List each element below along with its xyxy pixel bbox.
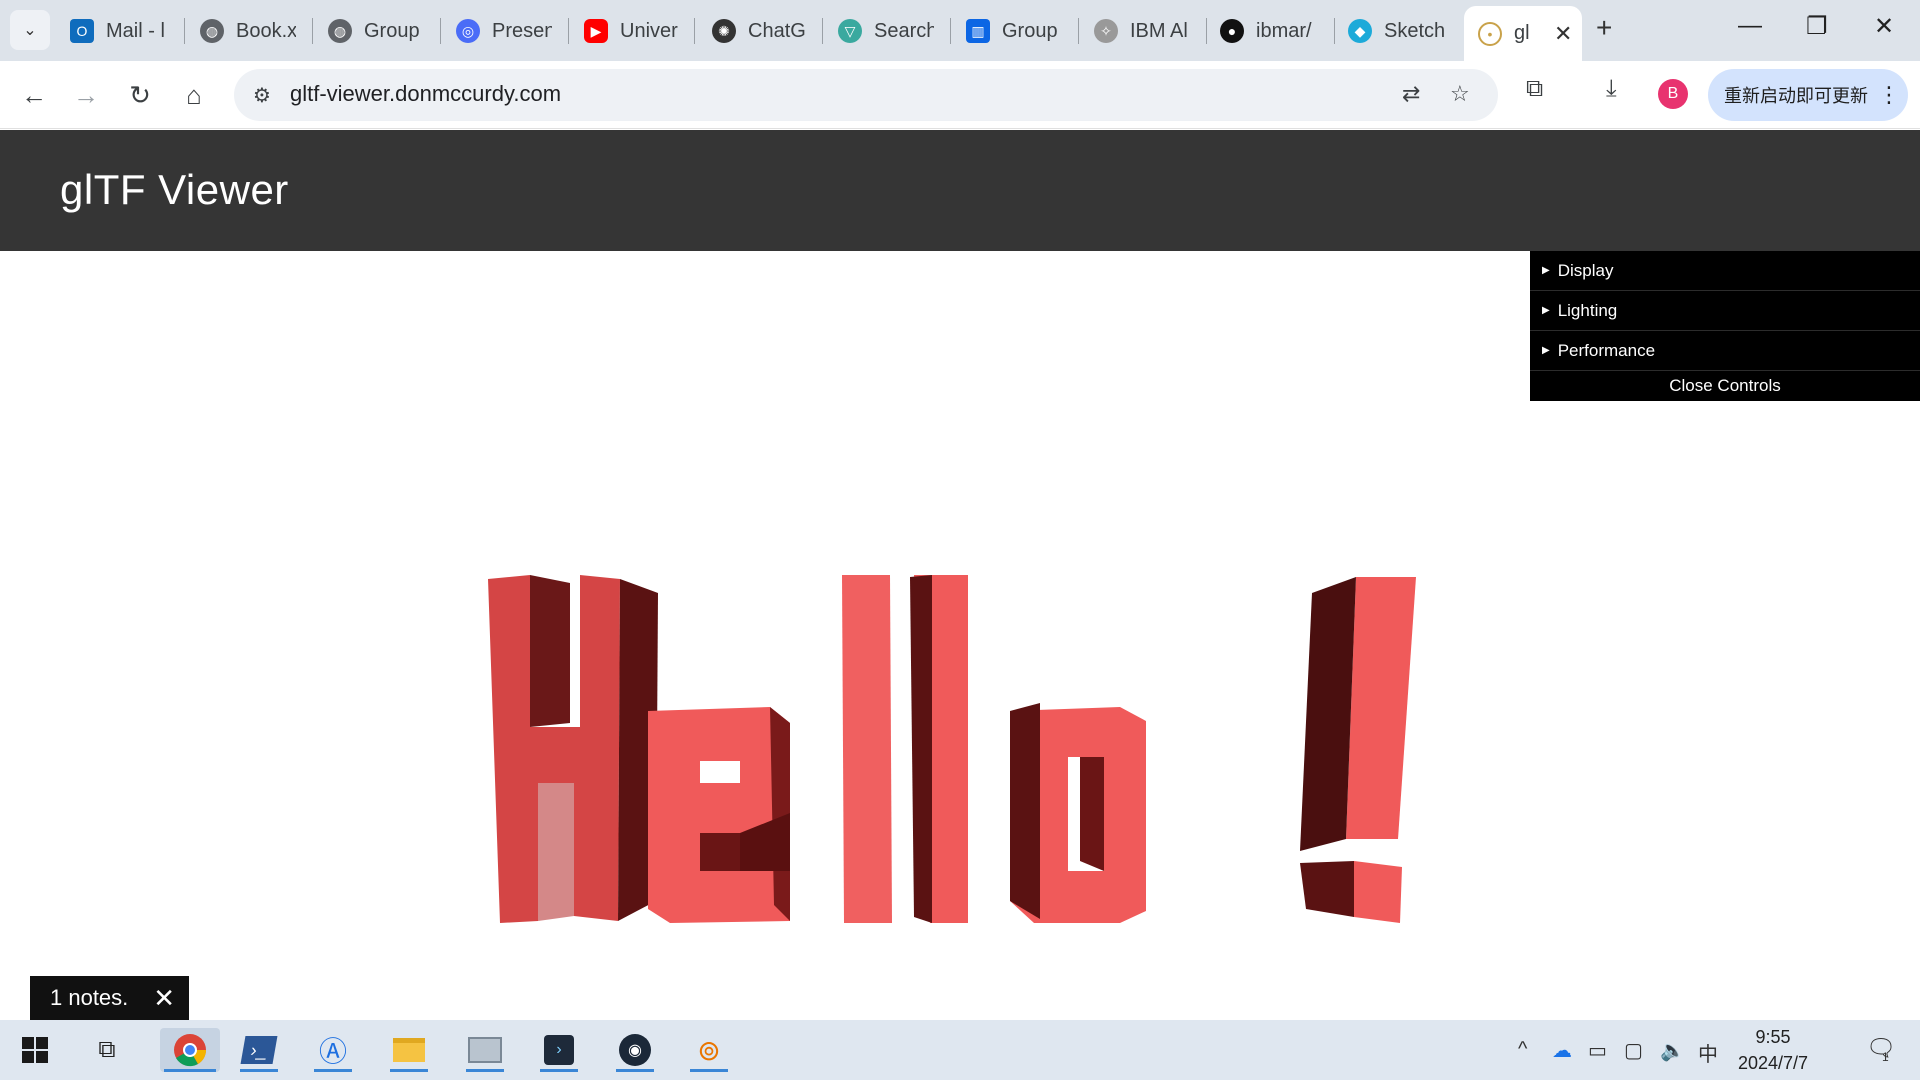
start-icon[interactable] bbox=[12, 1028, 58, 1072]
battery-icon[interactable]: ▭ bbox=[1588, 1038, 1607, 1063]
presentation-icon: ◎ bbox=[456, 19, 480, 43]
clock-date: 2024/7/7 bbox=[1738, 1053, 1809, 1073]
steam-icon[interactable]: ◉ bbox=[612, 1028, 658, 1072]
tab-search[interactable]: ▽ Search bbox=[838, 8, 948, 54]
app-store-icon[interactable]: Ⓐ bbox=[310, 1028, 356, 1072]
notification-count: 1 bbox=[1882, 1050, 1889, 1064]
tab-strip: ⌄ O Mail - l ◍ Book.x ◍ Group ◎ Presen ▶… bbox=[0, 0, 1920, 61]
address-bar[interactable]: ⚙ gltf-viewer.donmccurdy.com ⇄ ☆ bbox=[234, 69, 1498, 121]
browser-toolbar: ← → ↻ ⌂ ⚙ gltf-viewer.donmccurdy.com ⇄ ☆… bbox=[0, 61, 1920, 129]
ibm-icon: ✧ bbox=[1094, 19, 1118, 43]
site-header: glTF Viewer bbox=[0, 130, 1920, 251]
task-view-icon[interactable]: ⧉ bbox=[84, 1028, 130, 1072]
tab-trello-group[interactable]: ▥ Group bbox=[966, 8, 1076, 54]
forward-icon[interactable]: → bbox=[66, 75, 106, 115]
ime-indicator[interactable]: 中 bbox=[1698, 1038, 1718, 1067]
gltf-icon: • bbox=[1478, 21, 1502, 46]
model-letter-o bbox=[1010, 703, 1146, 923]
clock-time: 9:55 bbox=[1755, 1027, 1791, 1047]
caret-right-icon: ▶ bbox=[1542, 265, 1550, 276]
controls-panel: ▶ Display ▶ Lighting ▶ Performance Close… bbox=[1530, 251, 1920, 401]
youtube-icon: ▶ bbox=[584, 19, 608, 43]
controls-folder-lighting[interactable]: ▶ Lighting bbox=[1530, 291, 1920, 331]
tab-book[interactable]: ◍ Book.x bbox=[200, 8, 308, 54]
model-letter-l2 bbox=[910, 575, 968, 923]
tab-search-button[interactable]: ⌄ bbox=[10, 10, 50, 50]
chatgpt-icon: ✺ bbox=[712, 19, 736, 43]
monitor-app-icon[interactable] bbox=[462, 1028, 508, 1072]
bookmark-star-icon[interactable]: ☆ bbox=[1450, 81, 1470, 107]
restore-icon[interactable]: ❐ bbox=[1806, 12, 1828, 41]
tab-group[interactable]: ◍ Group bbox=[328, 8, 436, 54]
tab-sketchfab[interactable]: ◆ Sketch bbox=[1348, 8, 1458, 54]
close-controls-button[interactable]: Close Controls bbox=[1530, 371, 1920, 401]
chrome-icon[interactable] bbox=[160, 1028, 220, 1072]
controls-folder-display[interactable]: ▶ Display bbox=[1530, 251, 1920, 291]
avatar[interactable]: B bbox=[1658, 79, 1688, 109]
caret-right-icon: ▶ bbox=[1542, 345, 1550, 356]
model-letter-l1 bbox=[842, 575, 892, 923]
onedrive-icon[interactable]: ☁ bbox=[1552, 1038, 1572, 1063]
windows-taskbar: ⧉ ›_ Ⓐ › ◉ ⊚ ^ ☁ ▭ ▢ 🔈 中 9:55 2024/7/7 🗨… bbox=[0, 1020, 1920, 1080]
blender-icon[interactable]: ⊚ bbox=[686, 1028, 732, 1072]
update-label: 重新启动即可更新 bbox=[1724, 86, 1868, 106]
controls-folder-performance[interactable]: ▶ Performance bbox=[1530, 331, 1920, 371]
clock[interactable]: 9:55 2024/7/7 bbox=[1738, 1024, 1808, 1076]
hello-3d-model bbox=[488, 575, 1416, 923]
network-icon[interactable]: ▢ bbox=[1624, 1038, 1643, 1063]
more-menu-icon[interactable]: ⋮ bbox=[1878, 82, 1900, 108]
caret-right-icon: ▶ bbox=[1542, 305, 1550, 316]
globe-icon: ◍ bbox=[328, 19, 352, 43]
chevron-down-icon: ⌄ bbox=[23, 22, 37, 39]
tab-youtube[interactable]: ▶ Univer bbox=[584, 8, 692, 54]
close-tab-icon[interactable]: ✕ bbox=[1554, 21, 1572, 47]
terminal-app-icon[interactable]: › bbox=[536, 1028, 582, 1072]
tab-mail[interactable]: O Mail - l bbox=[70, 8, 178, 54]
translate-icon[interactable]: ⇄ bbox=[1402, 81, 1420, 107]
search-site-icon: ▽ bbox=[838, 19, 862, 43]
close-notes-icon[interactable]: ✕ bbox=[153, 983, 175, 1014]
reload-icon[interactable]: ↻ bbox=[120, 75, 160, 115]
github-icon: ● bbox=[1220, 19, 1244, 43]
trello-icon: ▥ bbox=[966, 19, 990, 43]
show-hidden-icons-icon[interactable]: ^ bbox=[1518, 1038, 1527, 1061]
page-title[interactable]: glTF Viewer bbox=[60, 166, 289, 214]
download-icon[interactable]: ⤓ bbox=[1606, 75, 1617, 103]
minimize-icon[interactable]: — bbox=[1738, 12, 1762, 40]
tab-chatgpt[interactable]: ✺ ChatG bbox=[712, 8, 820, 54]
back-icon[interactable]: ← bbox=[14, 75, 54, 115]
tab-github[interactable]: ● ibmar/ bbox=[1220, 8, 1330, 54]
globe-icon: ◍ bbox=[200, 19, 224, 43]
site-settings-icon[interactable]: ⚙ bbox=[248, 81, 276, 109]
home-icon[interactable]: ⌂ bbox=[174, 75, 214, 115]
sketchfab-icon: ◆ bbox=[1348, 19, 1372, 43]
tab-presentation[interactable]: ◎ Presen bbox=[456, 8, 564, 54]
close-window-icon[interactable]: ✕ bbox=[1874, 12, 1894, 41]
volume-icon[interactable]: 🔈 bbox=[1660, 1038, 1685, 1063]
model-letter-h bbox=[488, 575, 658, 923]
file-explorer-icon[interactable] bbox=[386, 1028, 432, 1072]
tab-ibm[interactable]: ✧ IBM Al bbox=[1094, 8, 1204, 54]
tab-gltf-active[interactable]: • gl ✕ bbox=[1464, 6, 1582, 61]
model-exclamation bbox=[1300, 577, 1416, 923]
new-tab-icon[interactable]: + bbox=[1596, 12, 1612, 44]
notes-toast[interactable]: 1 notes. ✕ bbox=[30, 976, 189, 1020]
powershell-icon[interactable]: ›_ bbox=[236, 1028, 282, 1072]
page-content: glTF Viewer ▶ Display ▶ Lighting ▶ Perfo… bbox=[0, 130, 1920, 1020]
outlook-icon: O bbox=[70, 19, 94, 43]
model-letter-e bbox=[648, 707, 790, 923]
url-text[interactable]: gltf-viewer.donmccurdy.com bbox=[290, 81, 561, 107]
extensions-icon[interactable]: ⧉ bbox=[1526, 75, 1543, 103]
notes-label: 1 notes. bbox=[50, 985, 129, 1010]
update-button[interactable]: 重新启动即可更新 ⋮ bbox=[1708, 69, 1908, 121]
